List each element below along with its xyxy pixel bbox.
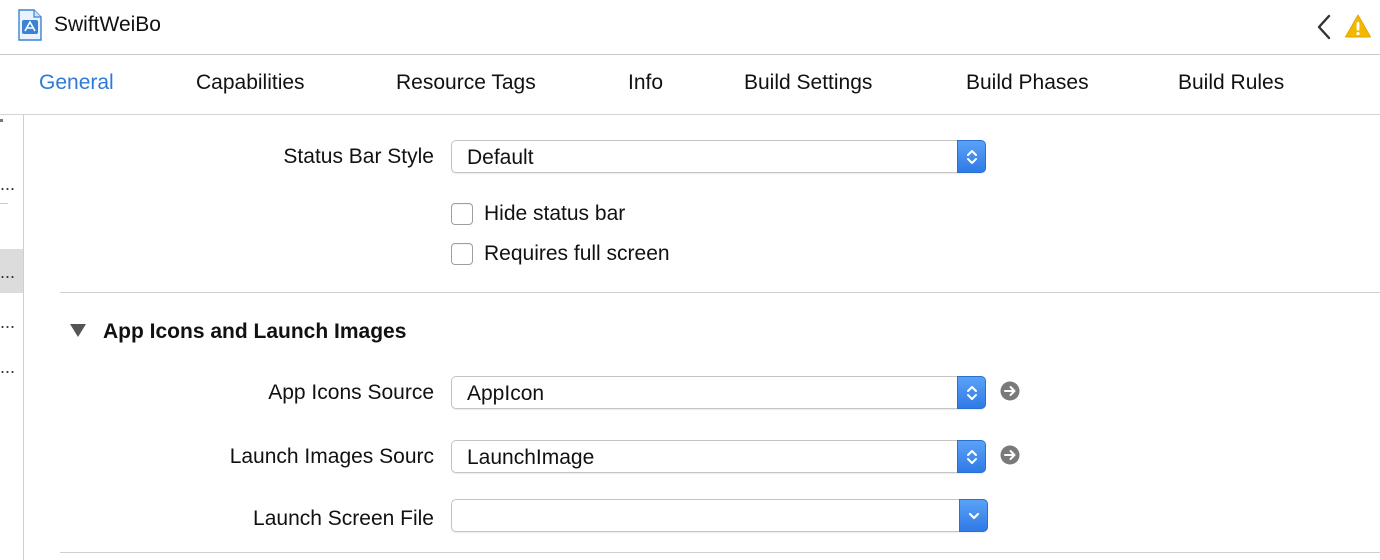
status-bar-style-label: Status Bar Style <box>283 145 434 168</box>
status-bar-style-popup[interactable]: Default <box>451 140 986 173</box>
hide-status-bar-checkbox[interactable] <box>451 203 473 225</box>
sidebar-tick <box>0 119 3 122</box>
status-bar-style-value: Default <box>467 146 534 169</box>
chevron-down-icon[interactable] <box>959 499 988 532</box>
launch-screen-file-combo[interactable] <box>451 499 988 532</box>
section-divider <box>60 292 1380 293</box>
section-divider <box>60 552 1380 553</box>
sidebar-item-truncated[interactable]: ... <box>0 175 15 193</box>
hide-status-bar-label[interactable]: Hide status bar <box>484 202 625 226</box>
sidebar-item-truncated[interactable]: ... <box>0 358 15 376</box>
title-bar: SwiftWeiBo <box>0 0 1380 55</box>
app-icons-source-label: App Icons Source <box>268 381 434 404</box>
launch-images-source-value: LaunchImage <box>467 446 595 469</box>
xcode-project-icon <box>18 9 42 41</box>
section-title[interactable]: App Icons and Launch Images <box>103 320 406 344</box>
chevron-left-icon[interactable] <box>1314 14 1334 40</box>
editor-tab-bar: General Capabilities Resource Tags Info … <box>0 55 1380 115</box>
app-icons-source-popup[interactable]: AppIcon <box>451 376 986 409</box>
tab-general[interactable]: General <box>39 71 114 95</box>
warning-triangle-icon[interactable] <box>1344 13 1372 39</box>
requires-full-screen-checkbox[interactable] <box>451 243 473 265</box>
tab-info[interactable]: Info <box>628 71 663 95</box>
sidebar-item-truncated[interactable]: ... <box>0 263 15 281</box>
sidebar-item-truncated[interactable]: ... <box>0 313 15 331</box>
popup-stepper-icon[interactable] <box>957 376 986 409</box>
app-icons-source-value: AppIcon <box>467 382 545 405</box>
popup-stepper-icon[interactable] <box>957 140 986 173</box>
requires-full-screen-label[interactable]: Requires full screen <box>484 242 670 266</box>
launch-images-source-popup[interactable]: LaunchImage <box>451 440 986 473</box>
sidebar-divider <box>0 203 8 204</box>
tab-build-rules[interactable]: Build Rules <box>1178 71 1284 95</box>
window-title: SwiftWeiBo <box>54 13 161 36</box>
popup-stepper-icon[interactable] <box>957 440 986 473</box>
disclosure-triangle-down-icon[interactable] <box>69 322 87 338</box>
tab-capabilities[interactable]: Capabilities <box>196 71 305 95</box>
launch-images-source-label: Launch Images Sourc <box>229 445 434 468</box>
tab-build-phases[interactable]: Build Phases <box>966 71 1089 95</box>
targets-sidebar: ... ... ... ... <box>0 115 24 560</box>
tab-resource-tags[interactable]: Resource Tags <box>396 71 536 95</box>
launch-screen-file-label: Launch Screen File <box>253 507 434 530</box>
arrow-right-circle-icon[interactable] <box>1000 381 1020 401</box>
arrow-right-circle-icon[interactable] <box>1000 445 1020 465</box>
tab-build-settings[interactable]: Build Settings <box>744 71 872 95</box>
